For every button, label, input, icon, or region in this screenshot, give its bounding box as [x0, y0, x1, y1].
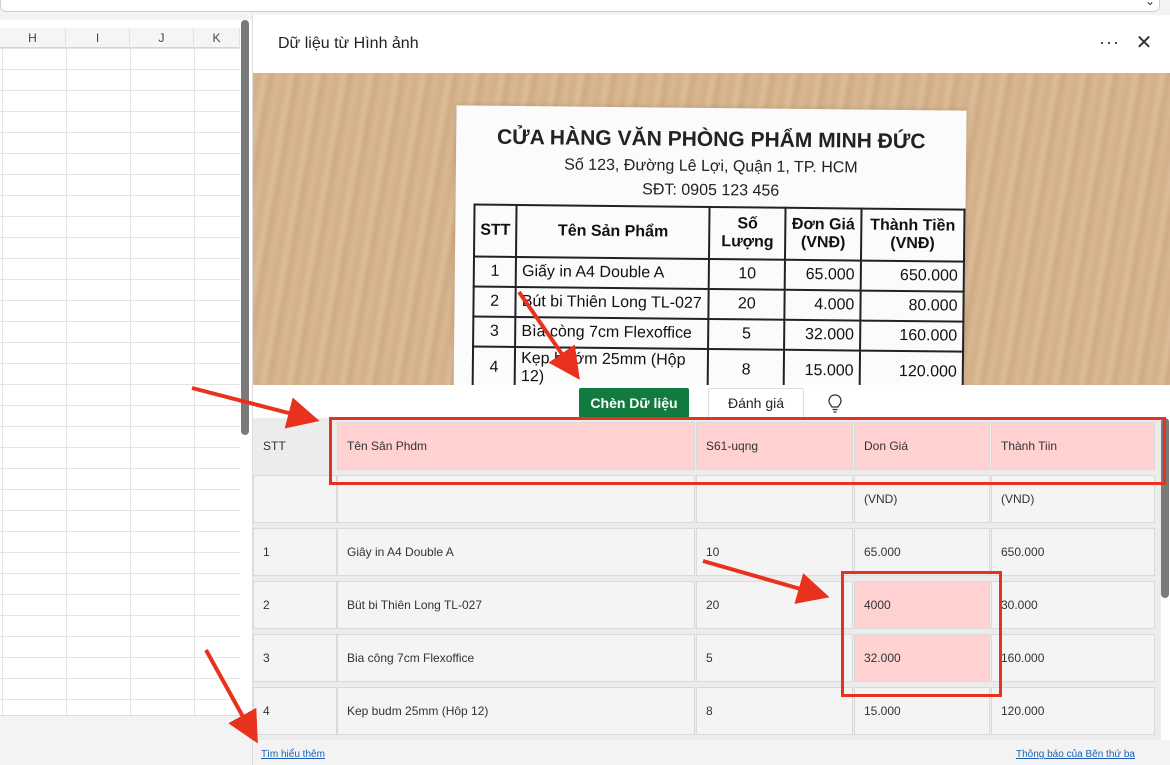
receipt-cell: 65.000	[784, 259, 861, 291]
receipt-cell: Kẹp bướm 25mm (Hộp 12)	[514, 346, 709, 385]
receipt-cell: Bìa còng 7cm Flexoffice	[515, 316, 709, 349]
result-cell[interactable]: Büt bi Thiên Long TL-027	[337, 581, 695, 629]
result-row: 2 Büt bi Thiên Long TL-027 20 4000 30.00…	[253, 577, 1161, 630]
result-cell[interactable]: 120.000	[991, 687, 1155, 735]
spreadsheet: H I J K	[0, 20, 240, 735]
result-cell[interactable]: 1	[253, 528, 337, 576]
receipt-row: 4 Kẹp bướm 25mm (Hộp 12) 8 15.000 120.00…	[472, 346, 964, 385]
column-header-j[interactable]: J	[130, 28, 194, 48]
data-from-picture-panel: Dữ liệu từ Hình ảnh ··· ✕ CỬA HÀNG VĂN P…	[252, 15, 1170, 765]
result-cell[interactable]: 65.000	[854, 528, 990, 576]
annotation-box-headers	[329, 417, 1166, 485]
result-cell[interactable]	[253, 475, 337, 523]
result-cell[interactable]: 8	[696, 687, 853, 735]
receipt-header-stt: STT	[474, 204, 517, 257]
insert-data-button[interactable]: Chèn Dữ liệu	[579, 388, 689, 418]
receipt-cell: 160.000	[859, 320, 964, 352]
receipt-address: Số 123, Đường Lê Lợi, Quận 1, TP. HCM	[564, 156, 858, 177]
receipt-cell: 8	[708, 348, 785, 385]
receipt-cell: 10	[709, 258, 786, 290]
cell-grid[interactable]	[0, 48, 240, 716]
chevron-down-icon[interactable]: ⌄	[1145, 0, 1159, 10]
result-cell[interactable]: STT	[253, 422, 337, 470]
receipt-cell: 650.000	[860, 260, 964, 292]
receipt-cell: 32.000	[784, 319, 861, 351]
receipt-phone: SĐT: 0905 123 456	[642, 181, 780, 200]
receipt-shop-name: CỬA HÀNG VĂN PHÒNG PHẨM MINH ĐỨC	[496, 125, 926, 154]
receipt-cell: 4.000	[784, 289, 861, 321]
receipt-cell: 120.000	[859, 350, 964, 385]
third-party-notice-link[interactable]: Thông báo của Bên thứ ba	[1016, 749, 1135, 760]
formula-bar[interactable]: ⌄	[0, 0, 1160, 12]
ellipsis-icon[interactable]: ···	[1099, 33, 1123, 53]
panel-title: Dữ liệu từ Hình ảnh	[278, 35, 419, 52]
result-cell[interactable]: 650.000	[991, 528, 1155, 576]
column-headers: H I J K	[0, 28, 240, 48]
review-button[interactable]: Đánh giá	[708, 388, 804, 418]
receipt-paper: CỬA HÀNG VĂN PHÒNG PHẨM MINH ĐỨC Số 123,…	[453, 105, 967, 385]
result-cell[interactable]: 3	[253, 634, 337, 682]
result-cell[interactable]: Kep budm 25mm (Hôp 12)	[337, 687, 695, 735]
receipt-cell: Giấy in A4 Double A	[515, 256, 710, 289]
column-header-h[interactable]: H	[0, 28, 66, 48]
receipt-header-qty: Số Lượng	[709, 206, 786, 260]
receipt-cell: 80.000	[860, 290, 964, 322]
receipt-cell: 15.000	[783, 349, 860, 385]
receipt-cell: 2	[473, 286, 516, 317]
result-cell[interactable]: 2	[253, 581, 337, 629]
result-row: 1 Giây in A4 Double A 10 65.000 650.000	[253, 524, 1161, 577]
column-header-k[interactable]: K	[194, 28, 240, 48]
receipt-header-name: Tên Sản Phẩm	[516, 204, 710, 259]
annotation-box-prices	[841, 571, 1002, 697]
receipt-cell: Bút bi Thiên Long TL-027	[515, 286, 710, 319]
result-row: 4 Kep budm 25mm (Hôp 12) 8 15.000 120.00…	[253, 683, 1161, 736]
result-cell[interactable]: 20	[696, 581, 853, 629]
app-window: ⌄ H I J K Dữ liệu từ Hình ảnh ··· ✕ CỬA …	[0, 0, 1170, 765]
receipt-cell: 20	[708, 288, 785, 320]
close-icon[interactable]: ✕	[1133, 33, 1155, 55]
result-cell[interactable]: 5	[696, 634, 853, 682]
sheet-scrollbar[interactable]	[241, 20, 249, 435]
column-header-i[interactable]: I	[66, 28, 130, 48]
captured-photo: CỬA HÀNG VĂN PHÒNG PHẨM MINH ĐỨC Số 123,…	[253, 73, 1170, 385]
result-cell[interactable]: 4	[253, 687, 337, 735]
receipt-header-price: Đơn Giá (VNĐ)	[785, 207, 862, 261]
receipt-cell: 5	[708, 318, 785, 350]
result-cell[interactable]: 10	[696, 528, 853, 576]
lightbulb-icon[interactable]	[825, 393, 845, 415]
result-row: 3 Bia công 7cm Flexoffice 5 32.000 160.0…	[253, 630, 1161, 683]
receipt-header-total: Thành Tiền (VNĐ)	[860, 208, 965, 262]
result-cell[interactable]: Giây in A4 Double A	[337, 528, 695, 576]
receipt-cell: 3	[473, 316, 516, 347]
receipt-cell: 4	[472, 346, 516, 385]
result-cell[interactable]: 160.000	[991, 634, 1155, 682]
receipt-cell: 1	[473, 256, 517, 287]
learn-more-link[interactable]: Tìm hiểu thêm	[261, 749, 325, 760]
sheet-status-bar	[0, 715, 252, 765]
result-cell[interactable]: Bia công 7cm Flexoffice	[337, 634, 695, 682]
panel-footer: Tìm hiểu thêm Thông báo của Bên thứ ba	[253, 740, 1170, 765]
receipt-table: STT Tên Sản Phẩm Số Lượng Đơn Giá (VNĐ) …	[472, 204, 966, 385]
result-cell[interactable]: 30.000	[991, 581, 1155, 629]
